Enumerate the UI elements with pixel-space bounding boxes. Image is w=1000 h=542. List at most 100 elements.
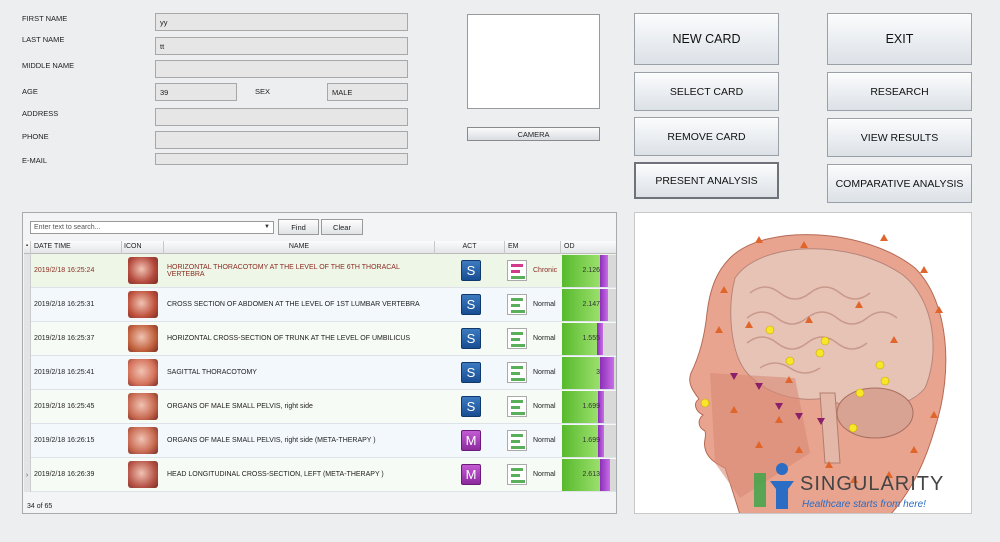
remove-card-button[interactable]: REMOVE CARD	[634, 117, 779, 156]
row-indicator[interactable]	[24, 356, 31, 390]
view-results-button[interactable]: VIEW RESULTS	[827, 118, 972, 157]
brand-figure-icon	[754, 463, 794, 509]
header-em[interactable]: EM	[505, 241, 561, 254]
table-row[interactable]: 2019/2/18 16:25:24 HORIZONTAL THORACOTOMY…	[24, 254, 616, 288]
row-act-badge[interactable]: M	[461, 430, 481, 451]
row-date: 2019/2/18 16:25:37	[34, 335, 95, 342]
middle-name-label: MIDDLE NAME	[22, 61, 75, 70]
last-name-field[interactable]: tt	[155, 37, 408, 55]
cerebellum	[836, 387, 914, 439]
age-label: AGE	[22, 87, 38, 96]
email-field[interactable]	[155, 153, 408, 165]
table-row[interactable]: 2019/2/18 16:25:31 CROSS SECTION OF ABDOM…	[24, 288, 616, 322]
phone-field[interactable]	[155, 131, 408, 149]
row-em-icon	[507, 362, 527, 383]
clear-button[interactable]: Clear	[321, 219, 363, 235]
phone-label: PHONE	[22, 132, 49, 141]
find-button[interactable]: Find	[278, 219, 319, 235]
select-card-button[interactable]: SELECT CARD	[634, 72, 779, 111]
row-indicator[interactable]	[24, 322, 31, 356]
row-date: 2019/2/18 16:25:41	[34, 369, 95, 376]
row-name: CROSS SECTION OF ABDOMEN AT THE LEVEL OF…	[167, 301, 420, 308]
row-act-badge[interactable]: S	[461, 328, 481, 349]
row-od-bar: 1.699	[562, 391, 616, 423]
table-row[interactable]: 2019/2/18 16:26:15 ORGANS OF MALE SMALL P…	[24, 424, 616, 458]
row-indicator[interactable]	[24, 390, 31, 424]
header-name[interactable]: NAME	[164, 241, 435, 254]
header-indicator: ▪	[24, 241, 31, 254]
row-indicator[interactable]: ›	[24, 458, 31, 492]
row-od-value: 3	[596, 369, 600, 376]
row-thumbnail	[128, 427, 158, 454]
row-name: HORIZONTAL THORACOTOMY AT THE LEVEL OF T…	[167, 263, 400, 278]
record-count: 34 of 65	[24, 501, 616, 513]
last-name-label: LAST NAME	[22, 35, 65, 44]
present-analysis-button[interactable]: PRESENT ANALYSIS	[634, 162, 779, 199]
comparative-analysis-button[interactable]: COMPARATIVE ANALYSIS	[827, 164, 972, 203]
brand-name: SINGULARITY	[800, 473, 945, 495]
anatomy-view[interactable]: SINGULARITY Healthcare starts from here!	[634, 212, 972, 514]
row-act-badge[interactable]: S	[461, 260, 481, 281]
table-header: ▪ DATE TIME ICON NAME ACT EM OD	[24, 241, 616, 254]
row-act-badge[interactable]: S	[461, 294, 481, 315]
research-button[interactable]: RESEARCH	[827, 72, 972, 111]
row-od-value: 1.555	[582, 335, 600, 342]
row-od-bar: 1.699	[562, 425, 616, 457]
row-od-bar: 2.147	[562, 289, 616, 321]
sex-field[interactable]: MALE	[327, 83, 408, 101]
first-name-field[interactable]: yy	[155, 13, 408, 31]
new-card-button[interactable]: NEW CARD	[634, 13, 779, 65]
address-label: ADDRESS	[22, 109, 59, 118]
row-em-status: Normal	[533, 369, 556, 376]
exit-button[interactable]: EXIT	[827, 13, 972, 65]
first-name-label: FIRST NAME	[22, 14, 68, 23]
header-icon[interactable]: ICON	[122, 241, 164, 254]
address-field[interactable]	[155, 108, 408, 126]
row-em-icon	[507, 328, 527, 349]
brand-tagline: Healthcare starts from here!	[802, 499, 926, 510]
row-thumbnail	[128, 359, 158, 386]
row-em-status: Normal	[533, 437, 556, 444]
row-date: 2019/2/18 16:25:45	[34, 403, 95, 410]
middle-name-field[interactable]	[155, 60, 408, 78]
row-name: HEAD LONGITUDINAL CROSS-SECTION, LEFT (M…	[167, 471, 384, 478]
row-act-badge[interactable]: M	[461, 464, 481, 485]
row-em-status: Normal	[533, 335, 556, 342]
row-od-value: 2.613	[582, 471, 600, 478]
table-row[interactable]: › 2019/2/18 16:26:39 HEAD LONGITUDINAL CRO…	[24, 458, 616, 492]
header-od[interactable]: OD	[561, 241, 616, 254]
row-date: 2019/2/18 16:25:24	[34, 267, 95, 274]
row-em-status: Normal	[533, 471, 556, 478]
row-od-bar: 2.613	[562, 459, 616, 491]
table-row[interactable]: 2019/2/18 16:25:41 SAGITTAL THORACOTOMY S N…	[24, 356, 616, 390]
row-name: HORIZONTAL CROSS-SECTION OF TRUNK AT THE…	[167, 335, 411, 342]
row-em-icon	[507, 294, 527, 315]
row-name: SAGITTAL THORACOTOMY	[167, 369, 257, 376]
row-od-value: 1.699	[582, 437, 600, 444]
row-od-value: 1.699	[582, 403, 600, 410]
row-name: ORGANS OF MALE SMALL PELVIS, right side	[167, 403, 313, 410]
row-em-status: Normal	[533, 403, 556, 410]
table-body: 2019/2/18 16:25:24 HORIZONTAL THORACOTOMY…	[24, 254, 616, 498]
row-indicator[interactable]	[24, 288, 31, 322]
row-em-icon	[507, 396, 527, 417]
camera-button[interactable]: CAMERA	[467, 127, 600, 141]
row-thumbnail	[128, 291, 158, 318]
row-date: 2019/2/18 16:25:31	[34, 301, 95, 308]
results-grid: Enter text to search... ▼ Find Clear ▪ D…	[22, 212, 617, 514]
row-em-icon	[507, 430, 527, 451]
row-od-value: 2.126	[582, 267, 600, 274]
table-row[interactable]: 2019/2/18 16:25:45 ORGANS OF MALE SMALL P…	[24, 390, 616, 424]
row-od-bar: 1.555	[562, 323, 616, 355]
table-row[interactable]: 2019/2/18 16:25:37 HORIZONTAL CROSS-SECTI…	[24, 322, 616, 356]
age-field[interactable]: 39	[155, 83, 237, 101]
chevron-down-icon[interactable]: ▼	[264, 224, 270, 230]
search-input[interactable]: Enter text to search... ▼	[30, 221, 274, 234]
row-indicator[interactable]	[24, 254, 31, 288]
row-em-status: Normal	[533, 301, 556, 308]
row-act-badge[interactable]: S	[461, 362, 481, 383]
header-act[interactable]: ACT	[435, 241, 505, 254]
row-indicator[interactable]	[24, 424, 31, 458]
header-date-time[interactable]: DATE TIME	[32, 241, 122, 254]
row-act-badge[interactable]: S	[461, 396, 481, 417]
